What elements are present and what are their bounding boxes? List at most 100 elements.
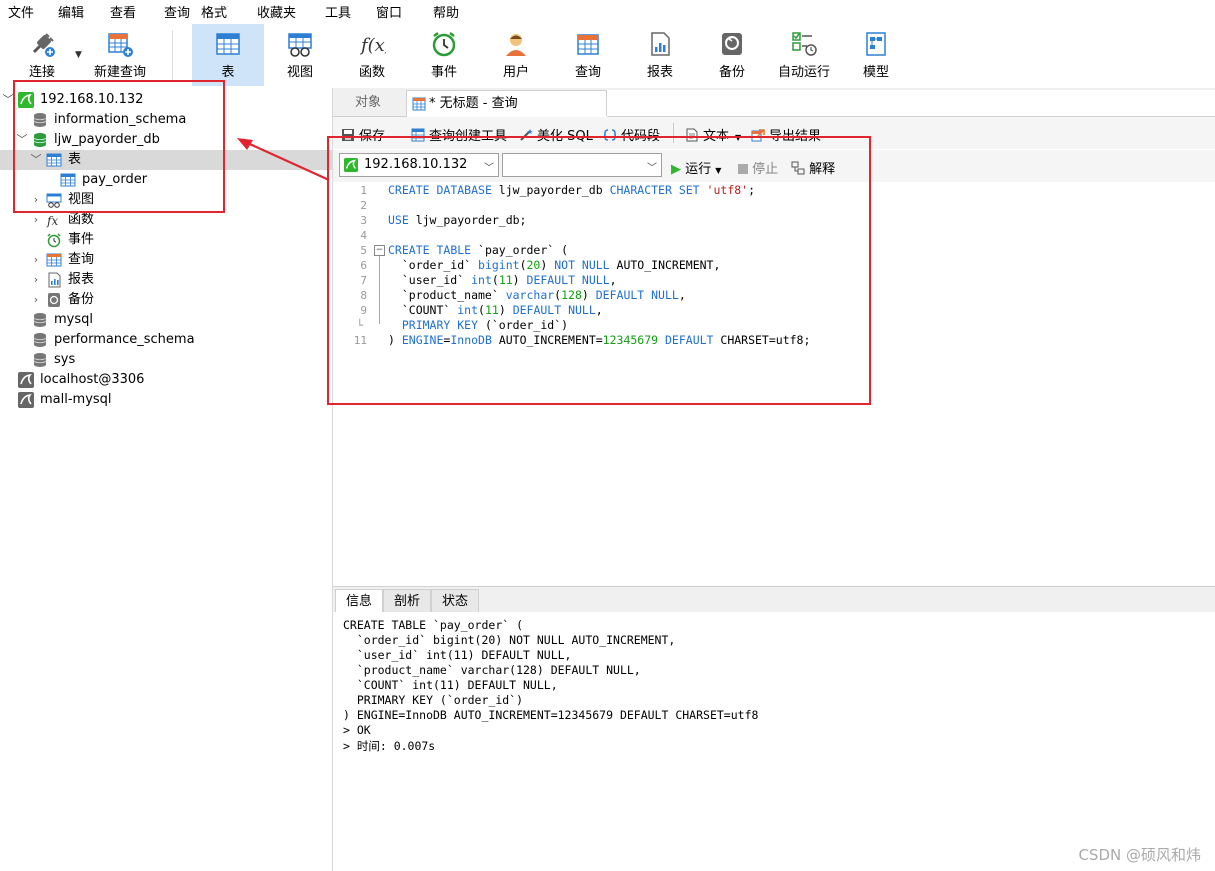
model-label: 模型 (862, 65, 889, 80)
tree-node-backups[interactable]: › 备份 (0, 290, 332, 310)
output-line: `order_id` bigint(20) NOT NULL AUTO_INCR… (343, 633, 676, 647)
function-icon: fx (46, 214, 58, 228)
tree-node-mysql[interactable]: mysql (0, 310, 332, 330)
query-button[interactable]: 查询 (552, 24, 624, 86)
view-icon (288, 33, 312, 57)
toolbar-divider (172, 30, 173, 80)
auto-run-button[interactable]: 自动运行 (768, 24, 840, 86)
model-button[interactable]: 模型 (840, 24, 912, 86)
annotation-arrow-icon (237, 138, 330, 182)
chevron-right-icon[interactable]: › (30, 210, 42, 230)
svg-text:fx: fx (46, 214, 58, 228)
menu-help[interactable]: 帮助 (433, 2, 459, 21)
tree-node-functions[interactable]: › fx 函数 (0, 210, 332, 230)
tree-node-sys[interactable]: sys (0, 350, 332, 370)
menu-query[interactable]: 查询 (164, 2, 190, 21)
menu-edit[interactable]: 编辑 (58, 2, 84, 21)
menu-tools[interactable]: 工具 (325, 2, 351, 21)
message-output: CREATE TABLE `pay_order` ( `order_id` bi… (333, 612, 1215, 871)
annotation-box-editor (327, 136, 871, 405)
user-button[interactable]: 用户 (480, 24, 552, 86)
tree-node-queries[interactable]: › 查询 (0, 250, 332, 270)
tree-label-sys: sys (54, 352, 76, 367)
document-tabs: 对象 * 无标题 - 查询 (333, 88, 1215, 117)
output-line: `product_name` varchar(128) DEFAULT NULL… (343, 663, 641, 677)
tree-label-backups: 备份 (68, 292, 95, 307)
tab-info[interactable]: 信息 (335, 589, 383, 613)
menu-window[interactable]: 窗口 (376, 2, 402, 21)
tree-node-performance-schema[interactable]: performance_schema (0, 330, 332, 350)
backup-button[interactable]: 备份 (696, 24, 768, 86)
tree-label-localhost: localhost@3306 (40, 372, 145, 387)
tree-label-mall-mysql: mall-mysql (40, 392, 112, 407)
connect-dropdown-icon[interactable]: ▼ (75, 50, 82, 60)
query-icon (577, 34, 599, 55)
mysql-connection-icon (18, 372, 34, 388)
chevron-right-icon[interactable]: › (30, 290, 42, 310)
tab-profile[interactable]: 剖析 (383, 589, 431, 613)
output-line: > 时间: 0.007s (343, 739, 436, 753)
database-icon (33, 313, 47, 327)
query-label: 查询 (574, 65, 601, 80)
user-icon (506, 34, 526, 56)
tab-untitled-query[interactable]: * 无标题 - 查询 (406, 90, 608, 117)
tree-label-queries: 查询 (68, 252, 95, 267)
tree-label-reports: 报表 (68, 272, 95, 287)
query-icon (46, 253, 62, 267)
menu-file[interactable]: 文件 (8, 2, 34, 21)
output-line: `COUNT` int(11) DEFAULT NULL, (343, 678, 558, 692)
chevron-right-icon[interactable]: › (30, 250, 42, 270)
output-line: ) ENGINE=InnoDB AUTO_INCREMENT=12345679 … (343, 708, 759, 722)
menu-view[interactable]: 查看 (110, 2, 136, 21)
tab-status[interactable]: 状态 (431, 589, 479, 613)
tree-node-localhost[interactable]: localhost@3306 (0, 370, 332, 390)
function-button[interactable]: f(x) 函数 (336, 24, 408, 86)
backup-label: 备份 (718, 65, 745, 80)
tree-node-mall-mysql[interactable]: mall-mysql (0, 390, 332, 410)
main-toolbar: 连接 ▼ 新建查询 表 视图 f(x) (0, 22, 1215, 88)
function-icon: f(x) (359, 35, 386, 56)
tree-label-functions: 函数 (68, 212, 95, 227)
tree-node-reports[interactable]: › 报表 (0, 270, 332, 290)
new-query-label: 新建查询 (93, 65, 146, 80)
menu-bar: 文件 编辑 查看 查询 格式 收藏夹 工具 窗口 帮助 (0, 0, 1215, 22)
view-label: 视图 (286, 65, 313, 80)
tab-query-label: * 无标题 - 查询 (429, 96, 518, 111)
connect-button[interactable]: 连接 (6, 24, 78, 86)
new-query-button[interactable]: 新建查询 (84, 24, 156, 86)
tab-objects[interactable]: 对象 (333, 90, 403, 116)
view-button[interactable]: 视图 (264, 24, 336, 86)
output-line: CREATE TABLE `pay_order` ( (343, 618, 524, 632)
tree-label-mysql: mysql (54, 312, 93, 327)
chevron-right-icon[interactable]: › (30, 270, 42, 290)
tree-node-events[interactable]: 事件 (0, 230, 332, 250)
menu-format[interactable]: 格式 (201, 2, 227, 21)
svg-text:f(x): f(x) (359, 35, 386, 56)
table-button[interactable]: 表 (192, 24, 264, 86)
alarm-clock-icon (47, 233, 61, 248)
report-icon (651, 32, 670, 56)
database-icon (33, 333, 47, 347)
result-tabs: 信息 剖析 状态 (333, 586, 1215, 613)
query-icon (412, 97, 426, 111)
model-icon (866, 32, 886, 56)
connect-label: 连接 (28, 65, 55, 80)
function-label: 函数 (358, 65, 385, 80)
output-line: `user_id` int(11) DEFAULT NULL, (343, 648, 572, 662)
mysql-connection-icon (18, 392, 34, 408)
report-label: 报表 (646, 65, 673, 80)
backup-icon (48, 293, 60, 307)
plug-icon (32, 33, 55, 57)
tree-label-events: 事件 (68, 232, 95, 247)
event-button[interactable]: 事件 (408, 24, 480, 86)
annotation-box-tree (13, 80, 225, 213)
report-icon (48, 272, 61, 288)
menu-favorites[interactable]: 收藏夹 (257, 2, 296, 21)
event-label: 事件 (430, 65, 457, 80)
output-line: > OK (343, 723, 371, 737)
auto-run-label: 自动运行 (777, 65, 830, 80)
report-button[interactable]: 报表 (624, 24, 696, 86)
checklist-clock-icon (792, 32, 817, 56)
tree-label-performance-schema: performance_schema (54, 332, 195, 347)
new-query-icon (108, 33, 133, 57)
